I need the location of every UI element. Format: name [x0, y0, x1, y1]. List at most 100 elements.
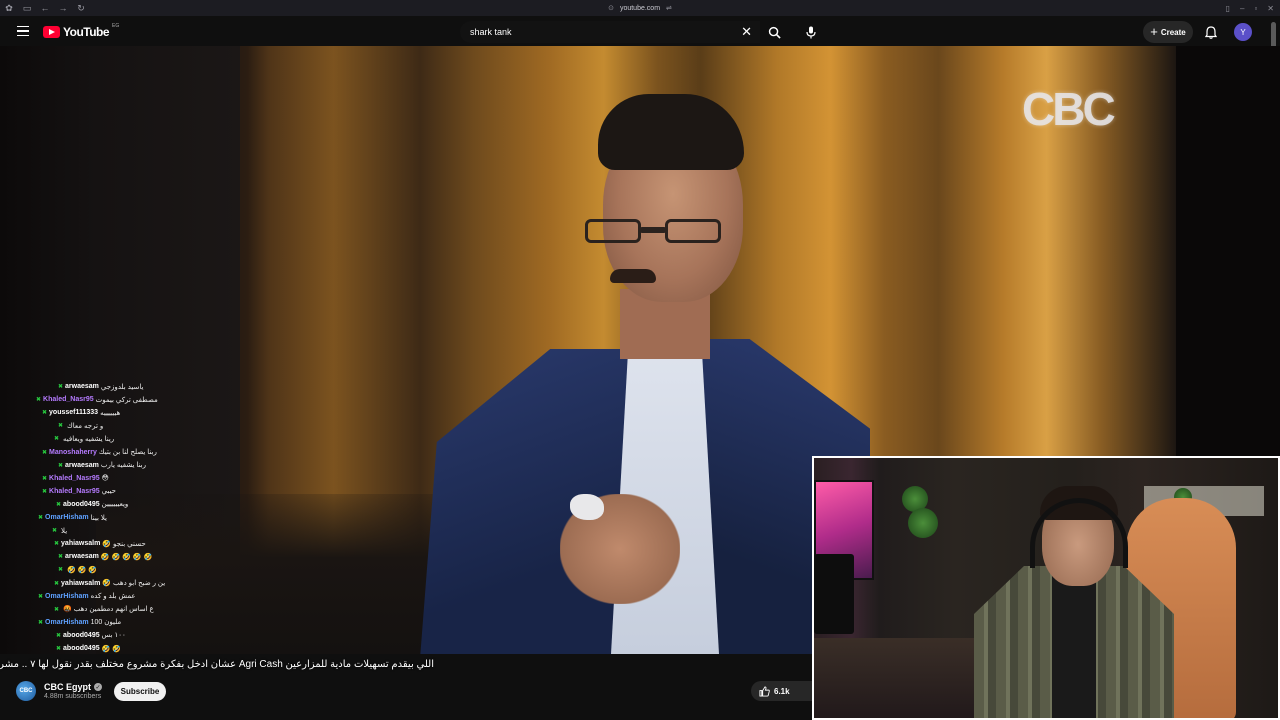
tune-icon[interactable]: ⇌	[666, 4, 672, 12]
chat-username[interactable]: youssef111333	[49, 409, 98, 416]
back-icon[interactable]: ←	[36, 0, 54, 16]
thumbs-up-icon	[759, 685, 770, 697]
chat-text: يلا	[61, 527, 68, 535]
chat-text: ع اساس انهم دمطمين دهب 🤬	[63, 606, 154, 614]
broadcaster-logo: CBC	[1022, 83, 1116, 135]
chat-badge-icon: ✖	[54, 606, 60, 613]
search-box: ✕	[460, 21, 760, 43]
browser-menu-icon[interactable]: ✿	[0, 0, 18, 16]
chat-message: ✖ youssef111333 هييييييه	[42, 406, 120, 419]
address-bar[interactable]: ⊙ youtube.com ⇌	[580, 0, 700, 16]
user-avatar[interactable]: Y	[1234, 23, 1252, 41]
chat-text: ين ر ضبح ابو دهب 🤣	[102, 580, 166, 587]
chat-message: ✖ arwaesam ربنا يشفيه يارب	[58, 459, 146, 472]
channel-avatar[interactable]: CBC	[16, 681, 36, 701]
chat-message: ✖ abood0495 ١٠٠ بس	[56, 629, 126, 642]
chat-username[interactable]: Manoshaherry	[49, 449, 97, 456]
minimize-icon[interactable]: –	[1240, 4, 1244, 13]
chat-text: ١٠٠ بس	[101, 632, 126, 640]
chat-message: ✖ OmarHisham عمش بلد و كده	[38, 590, 136, 603]
chat-text: يلا بينا	[90, 514, 107, 522]
chat-text: مصطفى تركي بيموت	[95, 396, 158, 404]
speaker-figure	[420, 94, 870, 654]
youtube-logo[interactable]: YouTube EG	[43, 23, 120, 39]
streamer-webcam	[812, 456, 1280, 720]
clear-search-icon[interactable]: ✕	[741, 24, 752, 40]
chat-badge-icon: ✖	[54, 541, 60, 548]
channel-name[interactable]: CBC Egypt	[44, 682, 91, 692]
chat-message: ✖ Manoshaherry ربنا يصلح لنا بن بتيك	[42, 446, 157, 459]
chat-username[interactable]: OmarHisham	[45, 619, 89, 626]
chat-username[interactable]: arwaesam	[65, 462, 99, 469]
chat-text: مليون 100	[90, 619, 122, 627]
subscriber-count: 4.88m subscribers	[44, 693, 102, 700]
search-input[interactable]	[470, 27, 730, 37]
split-icon[interactable]: ▯	[1226, 4, 1230, 13]
verified-icon: ✓	[94, 683, 102, 691]
chat-badge-icon: ✖	[54, 580, 60, 587]
chat-badge-icon: ✖	[56, 646, 62, 652]
chat-message: ✖ 🤣 🤣 🤣	[58, 563, 97, 576]
chat-username[interactable]: Khaled_Nasr95	[49, 488, 100, 495]
chat-text: ربنا يصلح لنا بن بتيك	[98, 449, 157, 456]
channel-name-row[interactable]: CBC Egypt ✓	[44, 682, 102, 692]
link-icon: ⊙	[608, 5, 614, 12]
logo-text: YouTube	[63, 25, 110, 39]
search-button[interactable]	[760, 21, 788, 43]
chat-message: ✖ يلا	[52, 524, 67, 537]
sidebar-toggle-icon[interactable]: ▭	[18, 0, 36, 16]
chat-badge-icon: ✖	[52, 528, 58, 535]
search-icon	[768, 26, 781, 39]
chat-username[interactable]: Khaled_Nasr95	[43, 396, 94, 403]
chat-username[interactable]: abood0495	[63, 501, 100, 508]
reload-icon[interactable]: ↻	[72, 0, 90, 16]
chat-badge-icon: ✖	[56, 501, 62, 508]
chat-username[interactable]: yahiawsalm	[61, 540, 100, 547]
chat-badge-icon: ✖	[56, 632, 62, 639]
chat-badge-icon: ✖	[42, 488, 48, 495]
chat-username[interactable]: OmarHisham	[45, 514, 89, 521]
chat-badge-icon: ✖	[36, 397, 42, 404]
hamburger-menu-icon[interactable]	[14, 22, 32, 40]
chat-text: حسني بنجو 🤣	[102, 540, 146, 548]
voice-search-button[interactable]	[799, 20, 823, 44]
chat-message: ✖ arwaesam ياسيد بلدوزجي	[58, 380, 143, 393]
streamer-tee	[1052, 574, 1096, 718]
chat-text: حيبي	[101, 488, 117, 496]
chat-username[interactable]: arwaesam	[65, 553, 99, 560]
chat-badge-icon: ✖	[58, 554, 64, 561]
chat-username[interactable]: Khaled_Nasr95	[49, 475, 100, 482]
chat-username[interactable]: abood0495	[63, 645, 100, 652]
chat-username[interactable]: abood0495	[63, 632, 100, 639]
chat-username[interactable]: OmarHisham	[45, 593, 89, 600]
chat-badge-icon: ✖	[42, 449, 48, 456]
chat-text: رينا يشفيه ويعافيه	[63, 435, 115, 443]
notifications-button[interactable]	[1201, 22, 1221, 42]
create-button[interactable]: + Create	[1143, 21, 1193, 43]
like-count: 6.1k	[774, 686, 790, 696]
chat-text: ياسيد بلدوزجي	[100, 383, 144, 391]
chat-message: ✖ arwaesam 🤣 🤣 🤣 🤣 🤣	[58, 550, 152, 563]
address-text: youtube.com	[619, 4, 661, 12]
youtube-play-icon	[43, 26, 60, 38]
chat-username[interactable]: yahiawsalm	[61, 580, 100, 587]
webcam-plant	[908, 508, 938, 538]
chat-text: ويعيييييين	[101, 501, 129, 509]
chat-message: ✖ Khaled_Nasr95 حيبي	[42, 485, 116, 498]
youtube-header: YouTube EG ✕ + Create Y	[0, 16, 1280, 46]
chat-text: 🤣 🤣 🤣	[67, 566, 98, 574]
webcam-cup	[814, 554, 854, 634]
create-label: Create	[1160, 27, 1186, 37]
chat-username[interactable]: arwaesam	[65, 383, 99, 390]
chat-message: ✖ abood0495 ويعيييييين	[56, 498, 128, 511]
like-button[interactable]: 6.1k	[751, 681, 813, 701]
subscribe-button[interactable]: Subscribe	[114, 682, 166, 701]
glasses	[585, 219, 730, 245]
forward-icon[interactable]: →	[54, 0, 72, 16]
chat-badge-icon: ✖	[42, 475, 48, 482]
close-window-icon[interactable]: ✕	[1267, 4, 1274, 13]
chat-message: ✖ ع اساس انهم دمطمين دهب 🤬	[54, 603, 154, 616]
maximize-icon[interactable]: ▫	[1254, 4, 1257, 13]
country-code: EG	[112, 23, 120, 29]
chat-badge-icon: ✖	[38, 593, 44, 600]
